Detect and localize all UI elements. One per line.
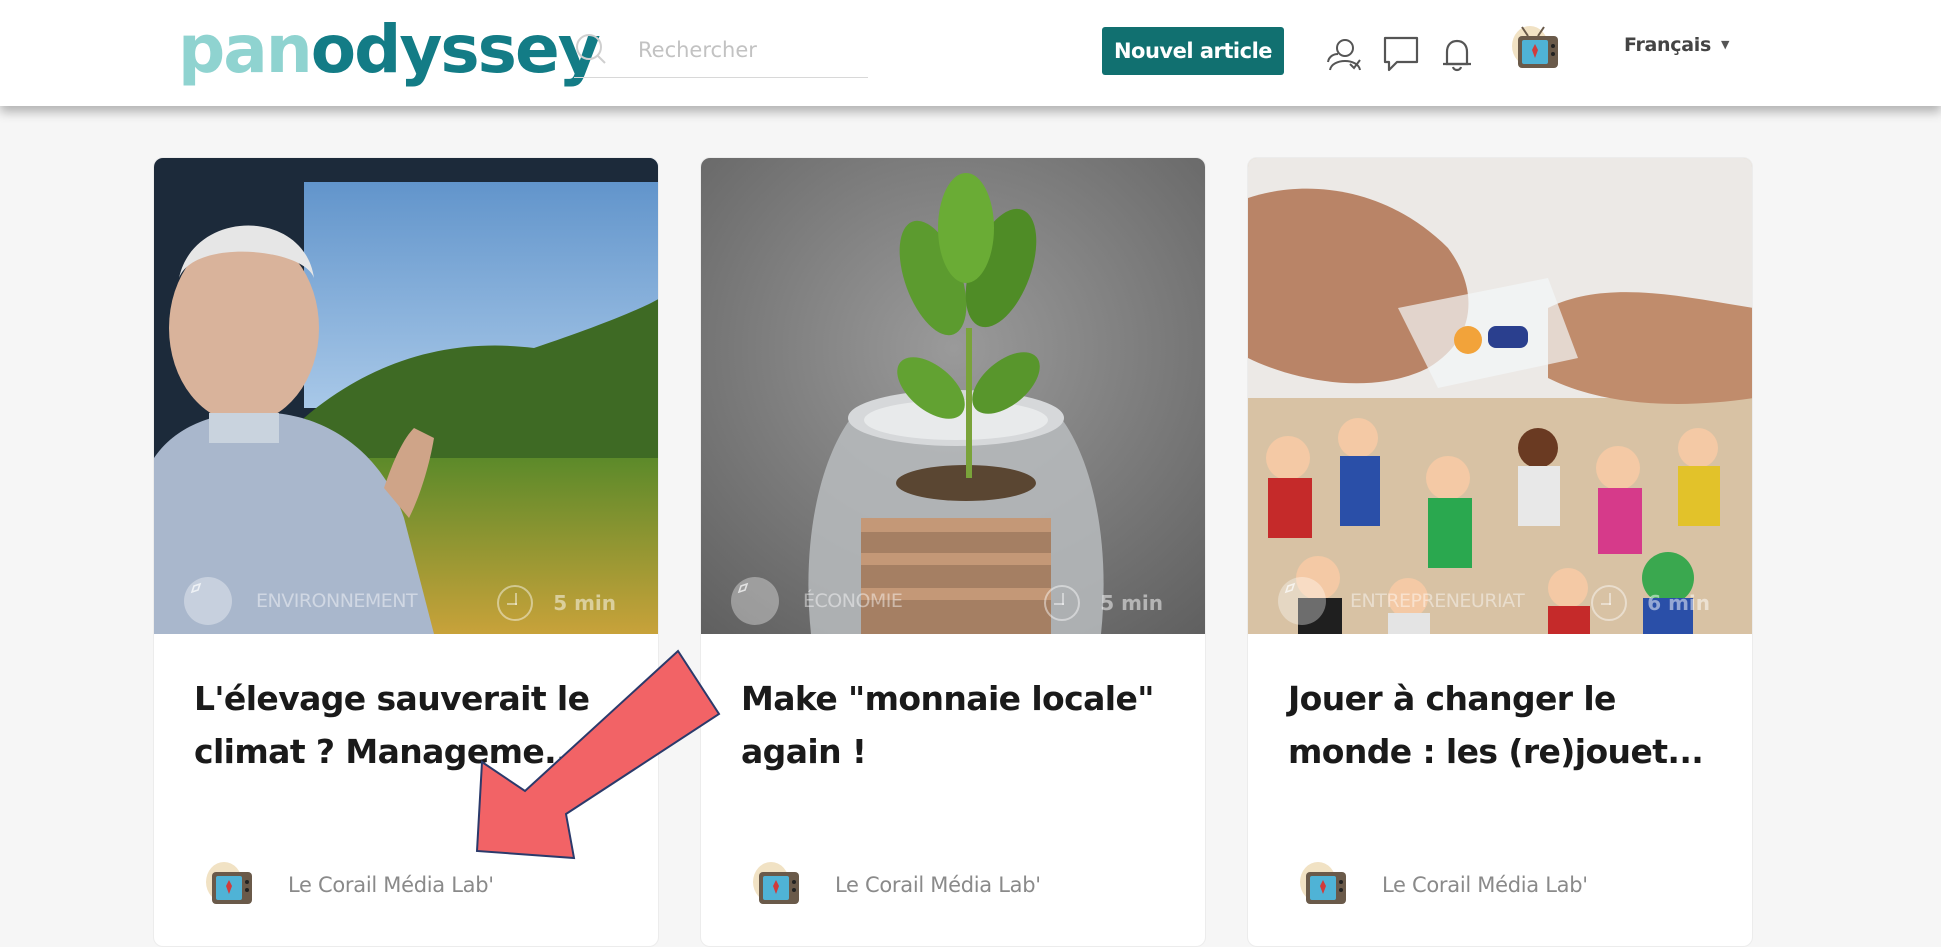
top-navigation-bar: panodyssey Nouvel article Français▼ — [0, 0, 1941, 106]
article-author[interactable]: Le Corail Média Lab' — [1298, 860, 1588, 910]
article-image[interactable]: ENVIRONNEMENT 5 min — [154, 158, 658, 634]
reading-time: 5 min — [1044, 576, 1163, 630]
category-tag[interactable]: ENTREPRENEURIAT — [1278, 576, 1525, 626]
clock-icon — [1591, 585, 1628, 621]
language-selector[interactable]: Français ▼ — [1624, 34, 1729, 56]
users-icon[interactable] — [1324, 34, 1364, 74]
tv-avatar-icon — [206, 862, 252, 904]
article-card[interactable]: ÉCONOMIE 5 min Make "monnaie locale" aga… — [700, 157, 1206, 947]
tv-avatar-icon — [1300, 862, 1346, 904]
reading-time: 5 min — [497, 576, 616, 630]
article-author[interactable]: Le Corail Média Lab' — [204, 860, 494, 910]
compass-icon — [184, 577, 232, 625]
reading-time: 6 min — [1591, 576, 1710, 630]
article-title[interactable]: L'élevage sauverait le climat ? Manageme… — [194, 672, 634, 778]
chevron-down-icon: ▼ — [1721, 38, 1730, 51]
article-title[interactable]: Make "monnaie locale" again ! — [741, 672, 1181, 778]
article-card[interactable]: ENTREPRENEURIAT 6 min Jouer à changer le… — [1247, 157, 1753, 947]
bell-icon[interactable] — [1437, 34, 1477, 74]
category-tag[interactable]: ÉCONOMIE — [731, 576, 903, 626]
search-bar — [574, 26, 868, 78]
tv-avatar-icon — [753, 862, 799, 904]
category-tag[interactable]: ENVIRONNEMENT — [184, 576, 418, 626]
compass-icon — [1278, 577, 1326, 625]
article-title[interactable]: Jouer à changer le monde : les (re)jouet… — [1288, 672, 1728, 778]
new-article-button[interactable]: Nouvel article — [1102, 27, 1284, 75]
search-icon[interactable] — [574, 32, 608, 66]
compass-icon — [731, 577, 779, 625]
article-image[interactable]: ÉCONOMIE 5 min — [701, 158, 1205, 634]
search-input[interactable] — [638, 34, 858, 66]
clock-icon — [497, 585, 534, 621]
article-card[interactable]: ENVIRONNEMENT 5 min L'élevage sauverait … — [153, 157, 659, 947]
article-image[interactable]: ENTREPRENEURIAT 6 min — [1248, 158, 1752, 634]
tv-avatar-icon[interactable] — [1510, 24, 1564, 74]
panodyssey-logo[interactable]: panodyssey — [178, 10, 601, 90]
clock-icon — [1044, 585, 1081, 621]
chat-bubble-icon[interactable] — [1381, 34, 1421, 74]
article-author[interactable]: Le Corail Média Lab' — [751, 860, 1041, 910]
